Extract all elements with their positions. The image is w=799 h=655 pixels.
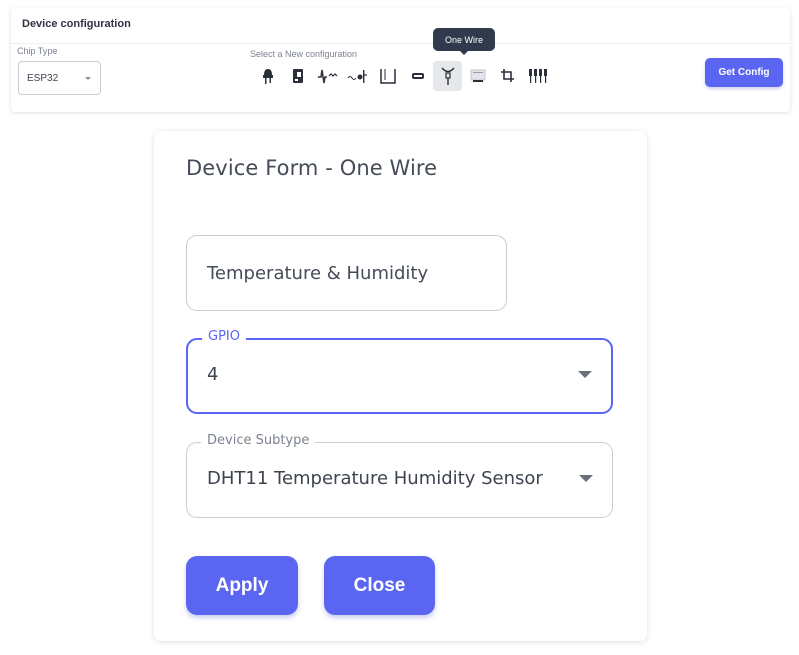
chevron-down-icon [579,475,593,482]
device-name-value: Temperature & Humidity [207,263,429,284]
bracket-box-icon[interactable] [373,61,402,91]
one-wire-tooltip: One Wire [433,28,495,55]
gpio-label: GPIO [202,329,246,344]
multi-pin-connector-icon[interactable] [523,61,552,91]
chevron-down-icon [85,77,91,80]
device-subtype-value: DHT11 Temperature Humidity Sensor [207,468,543,489]
bus-board-icon[interactable] [463,61,492,91]
close-button[interactable]: Close [324,556,435,615]
one-wire-icon[interactable] [433,61,462,91]
get-config-button[interactable]: Get Config [705,58,783,87]
gpio-value: 4 [207,364,219,385]
form-title: Device Form - One Wire [186,156,438,180]
led-icon[interactable] [253,61,282,91]
divider [11,43,790,44]
chevron-down-icon [578,371,592,378]
waveform-icon[interactable] [313,61,342,91]
device-subtype-label: Device Subtype [201,433,316,448]
display-module-icon[interactable] [403,61,432,91]
device-name-input[interactable]: Temperature & Humidity [186,235,507,311]
crop-connector-icon[interactable] [493,61,522,91]
chip-type-label: Chip Type [17,46,58,56]
chip-type-select[interactable]: ESP32 [18,61,101,95]
device-subtype-select[interactable]: Device Subtype DHT11 Temperature Humidit… [186,433,613,518]
apply-button[interactable]: Apply [186,556,298,615]
chip-type-value: ESP32 [27,73,59,84]
select-configuration-label: Select a New configuration [250,49,358,59]
config-title: Device configuration [22,18,131,30]
relay-module-icon[interactable] [283,61,312,91]
gpio-select[interactable]: GPIO 4 [186,329,613,414]
device-configuration-panel: Device configuration Chip Type ESP32 Sel… [11,8,790,112]
configuration-icon-row [253,61,553,91]
analog-signal-icon[interactable] [343,61,372,91]
device-form-card: Device Form - One Wire Temperature & Hum… [154,131,647,641]
